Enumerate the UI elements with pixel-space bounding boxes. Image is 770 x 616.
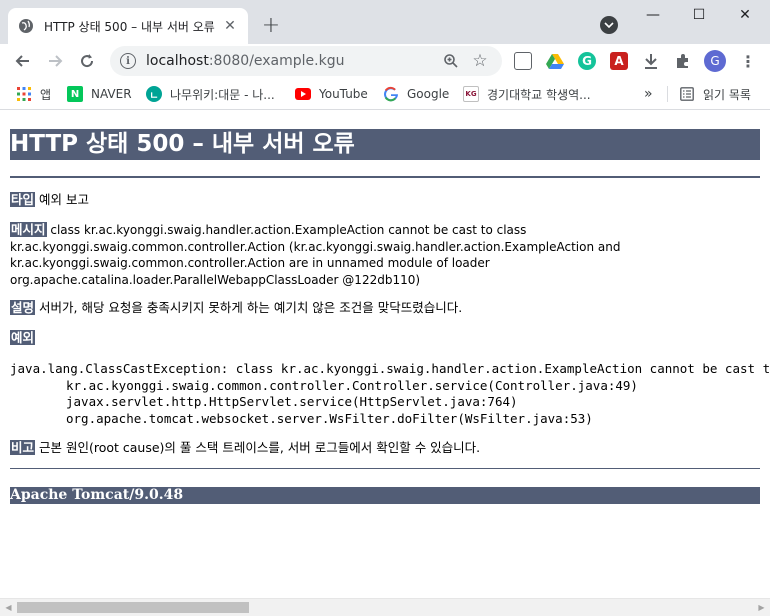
- new-tab-button[interactable]: +: [258, 12, 284, 38]
- server-footer: Apache Tomcat/9.0.48: [10, 487, 760, 504]
- download-icon[interactable]: [642, 52, 660, 70]
- address-bar[interactable]: i localhost:8080/example.kgu ☆: [110, 46, 502, 76]
- reading-list-label: 읽기 목록: [703, 87, 751, 102]
- bottom-divider: [10, 468, 760, 469]
- tab-search-icon[interactable]: [600, 16, 618, 34]
- reading-list-button[interactable]: 읽기 목록: [679, 84, 751, 104]
- kgu-icon: KG: [463, 86, 479, 102]
- namuwiki-icon: ㄴ: [146, 86, 162, 102]
- bookmark-label: 나무위키:대문 - 나...: [170, 87, 275, 102]
- tab-strip: HTTP 상태 500 – 내부 서버 오류 ✕ + — ☐ ✕: [0, 0, 770, 44]
- bookmarks-divider: [667, 86, 668, 102]
- back-button[interactable]: [9, 47, 37, 75]
- stack-line-2: javax.servlet.http.HttpServlet.service(H…: [10, 394, 518, 409]
- stack-line-3-text: org.apache.tomcat.websocket.server.WsFil…: [66, 410, 593, 426]
- bookmark-label: Google: [407, 87, 450, 101]
- maximize-button[interactable]: ☐: [676, 0, 722, 30]
- scroll-right-arrow-icon[interactable]: ▶: [753, 599, 770, 616]
- type-row: 타입 예외 보고: [10, 192, 760, 209]
- bookmarks-overflow-button[interactable]: »: [644, 84, 653, 104]
- stack-line-3: org.apache.tomcat.websocket.server.WsFil…: [10, 411, 593, 426]
- menu-kebab-icon[interactable]: ⋮: [738, 50, 758, 72]
- exception-row: 예외: [10, 330, 760, 347]
- close-window-button[interactable]: ✕: [722, 0, 768, 30]
- tab-title: HTTP 상태 500 – 내부 서버 오류: [44, 19, 215, 34]
- note-row: 비고 근본 원인(root cause)의 풀 스택 트레이스를, 서버 로그들…: [10, 440, 760, 457]
- scrollbar-thumb[interactable]: [17, 602, 249, 613]
- description-value: 서버가, 해당 요청을 충족시키지 못하게 하는 예기치 않은 조건을 맞닥뜨렸…: [39, 300, 463, 315]
- bookmark-label: 앱: [40, 87, 52, 102]
- profile-avatar[interactable]: G: [704, 50, 726, 72]
- screen-capture-extension-icon[interactable]: [514, 52, 532, 70]
- bookmark-star-icon[interactable]: ☆: [470, 51, 490, 71]
- site-info-icon[interactable]: i: [120, 53, 136, 69]
- browser-toolbar: i localhost:8080/example.kgu ☆ G A G ⋮: [0, 44, 770, 78]
- horizontal-scrollbar[interactable]: ◀ ▶: [0, 598, 770, 616]
- bookmark-google[interactable]: Google: [383, 84, 449, 104]
- type-label: 타입: [10, 192, 36, 207]
- note-value: 근본 원인(root cause)의 풀 스택 트레이스를, 서버 로그들에서 …: [39, 440, 481, 455]
- exception-label: 예외: [10, 330, 36, 345]
- naver-icon: N: [67, 86, 83, 102]
- scroll-left-arrow-icon[interactable]: ◀: [0, 599, 17, 616]
- google-icon: [383, 86, 399, 102]
- tab-active[interactable]: HTTP 상태 500 – 내부 서버 오류 ✕: [8, 8, 248, 44]
- message-line-2: kr.ac.kyonggi.swaig.common.controller.Ac…: [10, 239, 621, 254]
- bookmark-label: YouTube: [319, 87, 368, 101]
- grammarly-extension-icon[interactable]: G: [578, 52, 596, 70]
- bookmark-naver[interactable]: N NAVER: [67, 84, 132, 104]
- description-row: 설명 서버가, 해당 요청을 충족시키지 못하게 하는 예기치 않은 조건을 맞…: [10, 300, 760, 317]
- url-path: :8080/example.kgu: [208, 53, 345, 69]
- extensions-puzzle-icon[interactable]: [674, 52, 692, 70]
- bookmark-kgu[interactable]: KG 경기대학교 학생역...: [463, 84, 591, 104]
- youtube-icon: [295, 86, 311, 102]
- page-content: HTTP 상태 500 – 내부 서버 오류 타입 예외 보고 메시지 clas…: [0, 111, 770, 598]
- message-line-4: org.apache.catalina.loader.ParallelWebap…: [10, 272, 421, 287]
- message-line-1: class kr.ac.kyonggi.swaig.handler.action…: [50, 223, 527, 237]
- minimize-button[interactable]: —: [630, 0, 676, 30]
- note-label: 비고: [10, 440, 36, 455]
- reload-button[interactable]: [73, 47, 101, 75]
- top-divider: [10, 176, 760, 178]
- url-host: localhost: [146, 53, 209, 69]
- message-row: 메시지 class kr.ac.kyonggi.swaig.handler.ac…: [10, 222, 760, 288]
- stack-line-2-text: javax.servlet.http.HttpServlet.service(H…: [66, 394, 518, 409]
- zoom-icon[interactable]: [442, 52, 460, 70]
- page-title: HTTP 상태 500 – 내부 서버 오류: [10, 129, 760, 160]
- bookmarks-bar: 앱 N NAVER ㄴ 나무위키:대문 - 나... YouTube Googl…: [0, 78, 770, 110]
- message-label: 메시지: [10, 222, 47, 237]
- stack-line-1-text: kr.ac.kyonggi.swaig.common.controller.Co…: [66, 377, 638, 393]
- reading-list-icon: [679, 86, 695, 102]
- acrobat-extension-icon[interactable]: A: [610, 52, 628, 70]
- bookmark-label: NAVER: [91, 87, 132, 101]
- description-label: 설명: [10, 300, 36, 315]
- forward-button[interactable]: [41, 47, 69, 75]
- apps-grid-icon: [16, 86, 32, 102]
- google-drive-extension-icon[interactable]: [546, 52, 564, 70]
- type-value: 예외 보고: [39, 192, 89, 207]
- bookmark-namuwiki[interactable]: ㄴ 나무위키:대문 - 나...: [146, 84, 275, 104]
- bookmark-label: 경기대학교 학생역...: [487, 87, 591, 102]
- bookmark-apps[interactable]: 앱: [16, 84, 51, 104]
- message-line-3: kr.ac.kyonggi.swaig.common.controller.Ac…: [10, 256, 490, 270]
- stack-trace: java.lang.ClassCastException: class kr.a…: [10, 361, 770, 427]
- stack-line-0: java.lang.ClassCastException: class kr.a…: [10, 361, 770, 376]
- globe-icon: [18, 18, 34, 34]
- bookmark-youtube[interactable]: YouTube: [295, 84, 368, 104]
- tab-close-icon[interactable]: ✕: [222, 18, 238, 34]
- stack-line-1: kr.ac.kyonggi.swaig.common.controller.Co…: [10, 378, 638, 393]
